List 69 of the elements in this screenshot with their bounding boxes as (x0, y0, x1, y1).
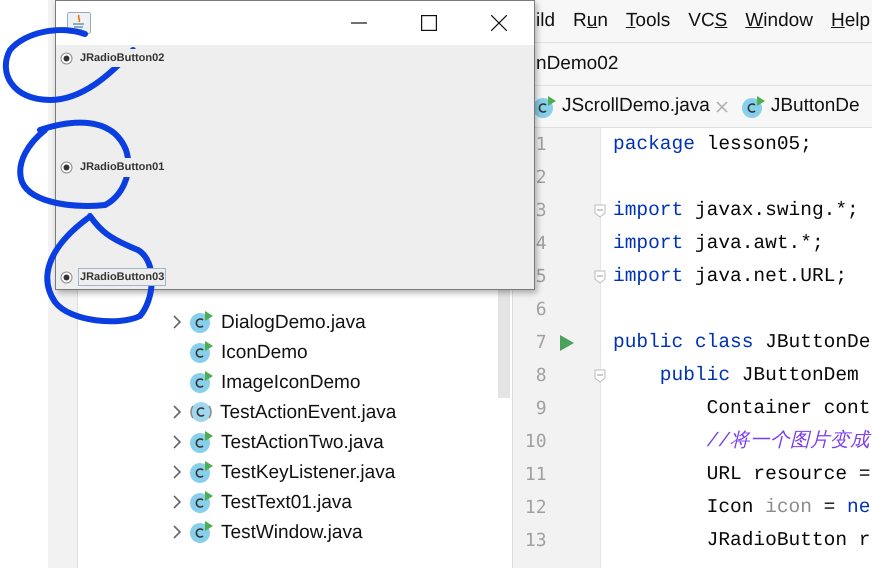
tree-item[interactable]: TestActionTwo.java (221, 432, 384, 452)
menu-item[interactable]: VCS (688, 6, 728, 36)
class-icon (190, 521, 213, 543)
radio-button[interactable] (60, 270, 73, 284)
menu-item[interactable]: Window (745, 6, 813, 36)
chevron-right-icon[interactable] (172, 404, 182, 420)
tree-item[interactable]: TestText01.java (221, 492, 352, 512)
class-icon (190, 341, 213, 363)
menu-item[interactable]: Tools (626, 6, 670, 36)
code-line: URL resource = (706, 462, 870, 487)
tree-item[interactable]: TestKeyListener.java (221, 462, 396, 482)
line-number: 3 (534, 199, 547, 223)
radio-button[interactable] (60, 52, 73, 64)
chevron-right-icon[interactable] (172, 434, 182, 450)
class-icon (742, 96, 765, 118)
class-icon (190, 491, 213, 513)
tree-item[interactable]: TestWindow.java (221, 522, 363, 542)
code-line: //将一个图片变成 (706, 428, 870, 454)
class-icon (190, 371, 213, 393)
code-line: Icon icon = ne (706, 494, 870, 520)
line-number: 4 (534, 232, 547, 256)
abstract-class-icon (190, 401, 212, 423)
minimize-icon (351, 22, 367, 24)
radio-label[interactable]: JRadioButton01 (78, 158, 166, 177)
class-icon (190, 431, 213, 453)
code-line: JRadioButton r (706, 528, 870, 553)
chevron-right-icon[interactable] (172, 464, 182, 480)
code-line: import java.net.URL; (613, 264, 848, 289)
code-line: public JButtonDem (658, 362, 859, 388)
class-icon (190, 461, 213, 483)
run-icon[interactable] (560, 334, 574, 350)
close-icon (491, 15, 507, 31)
tree-item[interactable]: DialogDemo.java (221, 312, 366, 332)
menu-item[interactable]: ild (536, 6, 556, 36)
chevron-right-icon[interactable] (172, 524, 182, 540)
fold-icon[interactable] (594, 270, 606, 284)
maximize-icon (421, 15, 437, 31)
tree-item[interactable]: ImageIconDemo (221, 372, 360, 392)
class-icon (190, 311, 213, 333)
line-number: 6 (534, 298, 547, 322)
code-line: import javax.swing.*; (613, 198, 859, 223)
line-number: 7 (534, 331, 547, 355)
radio-label[interactable]: JRadioButton02 (78, 48, 166, 68)
line-number: 10 (524, 430, 547, 454)
tree-item[interactable]: TestActionEvent.java (220, 402, 396, 422)
line-number: 1 (534, 133, 547, 157)
code-line: import java.awt.*; (613, 230, 824, 256)
line-number: 12 (524, 496, 547, 520)
line-number: 11 (524, 463, 547, 487)
tree-item[interactable]: IconDemo (221, 342, 308, 362)
line-number: 13 (524, 529, 547, 553)
chevron-right-icon[interactable] (172, 494, 182, 510)
radio-label[interactable]: JRadioButton03 (78, 268, 166, 286)
fold-icon[interactable] (594, 204, 606, 218)
line-number: 9 (534, 397, 547, 421)
menu-item[interactable]: Help (830, 6, 870, 36)
breadcrumb[interactable]: nDemo02 (536, 50, 618, 78)
line-number: 2 (534, 166, 547, 190)
chevron-right-icon[interactable] (172, 314, 182, 330)
code-line: public class JButtonDe (613, 330, 870, 355)
scrollbar-thumb[interactable] (498, 290, 510, 398)
line-number: 8 (534, 364, 547, 388)
editor-tab[interactable]: JButtonDe (742, 86, 860, 127)
code-line: Container cont (706, 396, 870, 421)
radio-button[interactable] (60, 161, 73, 174)
code-line: package lesson05; (613, 132, 812, 157)
line-number: 5 (534, 265, 547, 289)
fold-icon[interactable] (594, 368, 606, 382)
menu-item[interactable]: Run (573, 6, 608, 36)
